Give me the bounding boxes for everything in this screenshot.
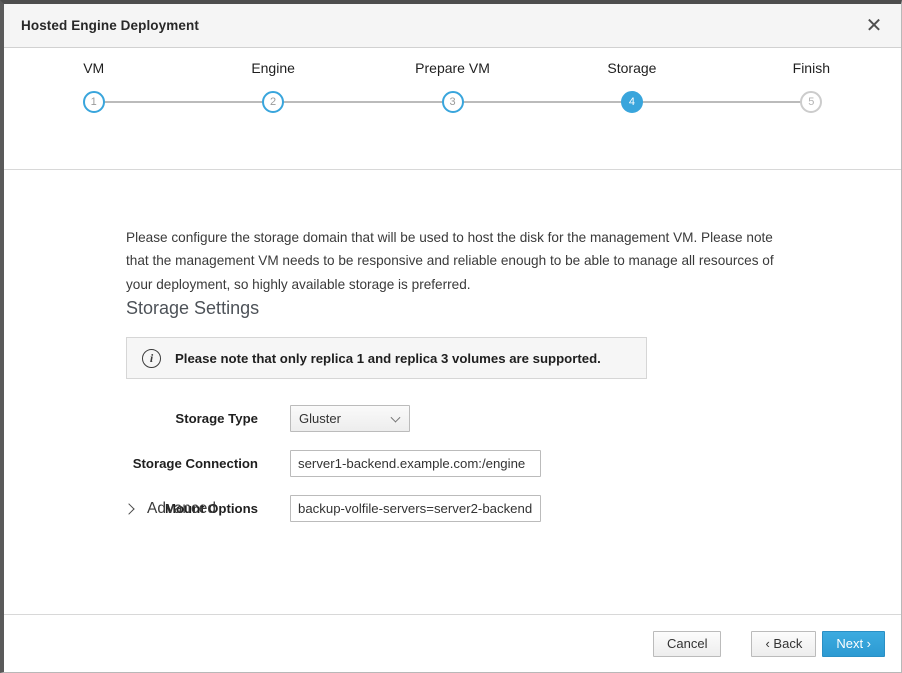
step-label: Storage (607, 60, 657, 76)
step-connector-left (183, 101, 274, 103)
step-connector-left (362, 101, 453, 103)
dialog-footer: Cancel ‹ Back Next › (4, 614, 901, 672)
form-row-storage-type: Storage Type GlusteriSCSIFibre ChannelNF… (4, 405, 901, 432)
wizard-step-engine[interactable]: Engine 2 (183, 60, 363, 114)
next-button[interactable]: Next › (822, 630, 885, 657)
step-marker: 1 (4, 90, 184, 114)
back-button[interactable]: ‹ Back (751, 630, 817, 657)
mount-options-input[interactable] (290, 495, 541, 522)
wizard-step-prepare-vm[interactable]: Prepare VM 3 (362, 60, 543, 114)
step-connector-right (631, 101, 722, 103)
storage-type-select[interactable]: GlusteriSCSIFibre ChannelNFS (290, 405, 410, 432)
step-connector-right (452, 101, 543, 103)
step-label: VM (83, 60, 105, 76)
intro-text: Please configure the storage domain that… (126, 229, 774, 292)
step-marker: 4 (542, 90, 722, 114)
step-number-badge[interactable]: 2 (262, 91, 285, 113)
window-title: Hosted Engine Deployment (21, 18, 199, 33)
step-connector-right (273, 101, 363, 103)
cancel-button[interactable]: Cancel (653, 630, 722, 657)
step-marker: 3 (362, 90, 543, 114)
wizard-step-vm[interactable]: VM 1 (4, 60, 184, 114)
advanced-toggle[interactable]: Advanced (123, 500, 216, 518)
title-bar: Hosted Engine Deployment ✕ (4, 4, 901, 48)
info-circle-icon: i (142, 348, 161, 368)
chevron-right-icon (123, 503, 135, 515)
step-label: Finish (792, 60, 830, 76)
storage-type-select-wrap: GlusteriSCSIFibre ChannelNFS (290, 405, 410, 432)
advanced-label: Advanced (147, 500, 216, 517)
wizard-step-bar: VM 1 Engine 2 Prepare VM 3 Storage 4 Fin… (4, 48, 901, 170)
storage-connection-input[interactable] (290, 450, 541, 477)
dialog-body: Please configure the storage domain that… (4, 170, 901, 662)
form-row-storage-connection: Storage Connection (4, 450, 901, 477)
step-marker: 5 (721, 90, 901, 114)
step-connector-right (93, 101, 184, 103)
wizard-steps: VM 1 Engine 2 Prepare VM 3 Storage 4 Fin… (4, 60, 901, 114)
dialog-window: Hosted Engine Deployment ✕ VM 1 Engine 2 (0, 0, 902, 673)
step-number-badge[interactable]: 1 (82, 91, 105, 113)
storage-type-label: Storage Type (175, 411, 258, 426)
step-number-badge[interactable]: 4 (620, 91, 643, 113)
step-number-badge[interactable]: 5 (800, 91, 823, 113)
step-number-badge[interactable]: 3 (441, 91, 464, 113)
step-connector-left (542, 101, 632, 103)
page-title: Storage Settings (126, 298, 260, 318)
step-label: Engine (251, 60, 295, 76)
info-alert: i Please note that only replica 1 and re… (126, 337, 647, 379)
close-icon[interactable]: ✕ (861, 13, 887, 39)
step-label: Prepare VM (415, 60, 490, 76)
storage-connection-label: Storage Connection (132, 456, 258, 471)
step-connector-left (721, 101, 812, 103)
wizard-step-storage[interactable]: Storage 4 (542, 60, 722, 114)
step-marker: 2 (183, 90, 363, 114)
storage-settings-form: Storage Type GlusteriSCSIFibre ChannelNF… (4, 405, 901, 540)
info-alert-text: Please note that only replica 1 and repl… (175, 350, 601, 366)
wizard-step-finish[interactable]: Finish 5 (721, 60, 901, 114)
